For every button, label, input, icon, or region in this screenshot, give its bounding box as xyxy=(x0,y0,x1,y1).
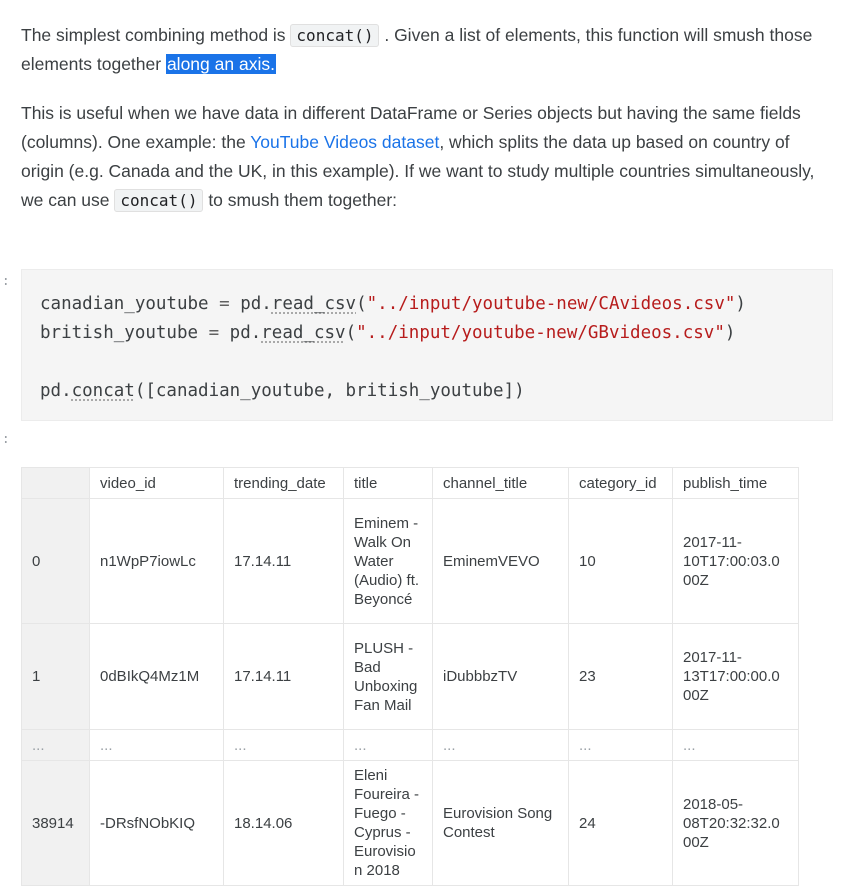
column-header-video-id: video_id xyxy=(89,467,224,499)
code-args: ([canadian_youtube, british_youtube]) xyxy=(134,381,525,401)
column-header-channel-title: channel_title xyxy=(432,467,569,499)
output-prompt: ]: xyxy=(0,432,10,447)
code-string: "../input/youtube-new/GBvideos.csv" xyxy=(356,323,725,343)
code-variable: canadian_youtube xyxy=(40,294,209,314)
cell-video-id: -DRsfNObKIQ xyxy=(89,760,224,886)
row-index: 1 xyxy=(21,623,90,730)
table-header-row: video_id trending_date title channel_tit… xyxy=(21,467,799,499)
code-function: concat xyxy=(71,381,135,401)
row-index: 38914 xyxy=(21,760,90,886)
cell-ellipsis: ... xyxy=(672,729,799,761)
cell-title: PLUSH - Bad Unboxing Fan Mail xyxy=(343,623,433,730)
paragraph-use-case: This is useful when we have data in diff… xyxy=(21,99,831,215)
cell-publish-time: 2018-05-08T20:32:32.000Z xyxy=(672,760,799,886)
code-function: read_csv xyxy=(261,323,346,343)
selected-text[interactable]: along an axis. xyxy=(165,54,276,74)
row-index: 0 xyxy=(21,498,90,624)
column-header-index xyxy=(21,467,90,499)
cell-ellipsis: ... xyxy=(343,729,433,761)
code-punct: ) xyxy=(724,323,736,343)
cell-ellipsis: ... xyxy=(89,729,224,761)
paragraph-concat-intro: The simplest combining method is concat(… xyxy=(21,21,831,79)
code-string: "../input/youtube-new/CAvideos.csv" xyxy=(366,294,736,314)
cell-trending-date: 17.14.11 xyxy=(223,623,344,730)
cell-ellipsis: ... xyxy=(223,729,344,761)
dataframe-output-table: video_id trending_date title channel_tit… xyxy=(21,467,799,886)
column-header-publish-time: publish_time xyxy=(672,467,799,499)
youtube-dataset-link[interactable]: YouTube Videos dataset xyxy=(250,132,439,152)
row-index: ... xyxy=(21,729,90,761)
code-punct: ( xyxy=(356,294,367,314)
cell-publish-time: 2017-11-13T17:00:00.000Z xyxy=(672,623,799,730)
text: The simplest combining method is xyxy=(21,25,291,45)
cell-video-id: n1WpP7iowLc xyxy=(89,498,224,624)
table-row: 0 n1WpP7iowLc 17.14.11 Eminem - Walk On … xyxy=(21,498,799,624)
column-header-category-id: category_id xyxy=(568,467,673,499)
code-function: read_csv xyxy=(271,294,357,314)
cell-channel-title: EminemVEVO xyxy=(432,498,569,624)
cell-trending-date: 18.14.06 xyxy=(223,760,344,886)
cell-channel-title: iDubbbzTV xyxy=(432,623,569,730)
cell-trending-date: 17.14.11 xyxy=(223,498,344,624)
code-object: pd. xyxy=(240,294,272,314)
table-row: 38914 -DRsfNObKIQ 18.14.06 Eleni Foureir… xyxy=(21,760,799,886)
table-row: 1 0dBIkQ4Mz1M 17.14.11 PLUSH - Bad Unbox… xyxy=(21,623,799,730)
cell-ellipsis: ... xyxy=(432,729,569,761)
cell-category-id: 24 xyxy=(568,760,673,886)
cell-category-id: 10 xyxy=(568,498,673,624)
text: to smush them together: xyxy=(203,190,398,210)
cell-title: Eminem - Walk On Water (Audio) ft. Beyon… xyxy=(343,498,433,624)
code-cell[interactable]: canadian_youtube = pd.read_csv("../input… xyxy=(21,269,833,421)
code-operator: = xyxy=(198,323,230,343)
code-content[interactable]: canadian_youtube = pd.read_csv("../input… xyxy=(40,290,746,406)
code-variable: british_youtube xyxy=(40,323,199,343)
inline-code-concat: concat() xyxy=(290,24,380,47)
cell-publish-time: 2017-11-10T17:00:03.000Z xyxy=(672,498,799,624)
code-punct: ) xyxy=(735,294,746,314)
cell-channel-title: Eurovision Song Contest xyxy=(432,760,569,886)
code-operator: = xyxy=(208,294,241,314)
cell-ellipsis: ... xyxy=(568,729,673,761)
cell-category-id: 23 xyxy=(568,623,673,730)
code-object: pd. xyxy=(229,323,262,343)
inline-code-concat: concat() xyxy=(114,189,204,212)
column-header-title: title xyxy=(343,467,433,499)
code-object: pd. xyxy=(40,381,72,401)
input-prompt: ]: xyxy=(0,274,10,289)
code-punct: ( xyxy=(345,323,357,343)
column-header-trending-date: trending_date xyxy=(223,467,344,499)
table-row-ellipsis: ... ... ... ... ... ... ... xyxy=(21,729,799,761)
cell-video-id: 0dBIkQ4Mz1M xyxy=(89,623,224,730)
cell-title: Eleni Foureira - Fuego - Cyprus - Eurovi… xyxy=(343,760,433,886)
